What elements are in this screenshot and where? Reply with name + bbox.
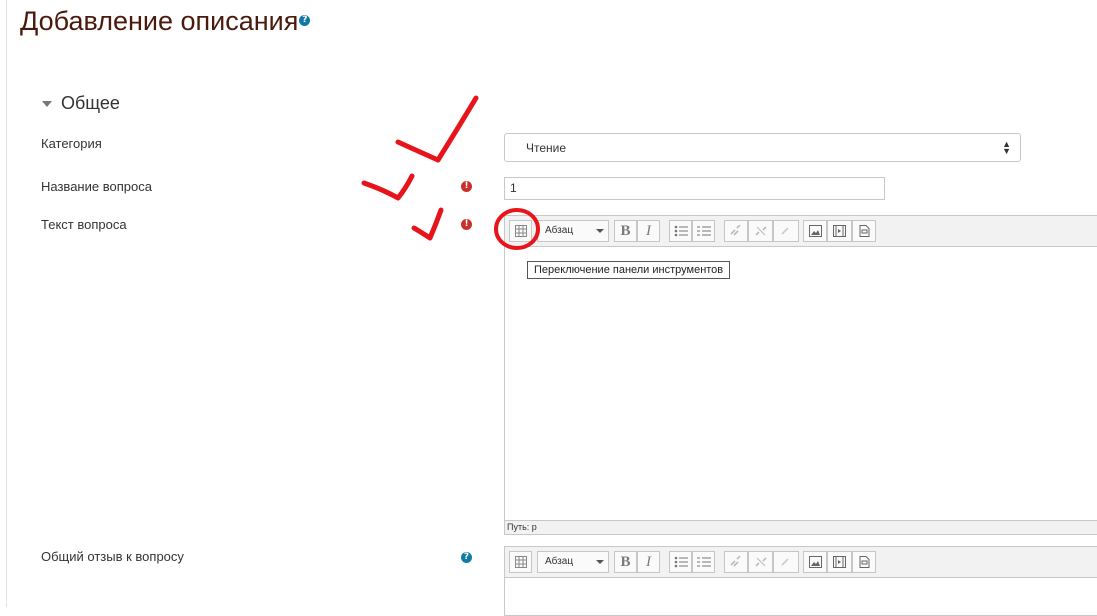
checkmark-annotation bbox=[395, 95, 479, 163]
annotation-overlay bbox=[361, 95, 540, 250]
checkmark-annotation bbox=[361, 173, 415, 201]
checkmark-annotation bbox=[411, 207, 444, 241]
circle-annotation bbox=[494, 208, 540, 250]
